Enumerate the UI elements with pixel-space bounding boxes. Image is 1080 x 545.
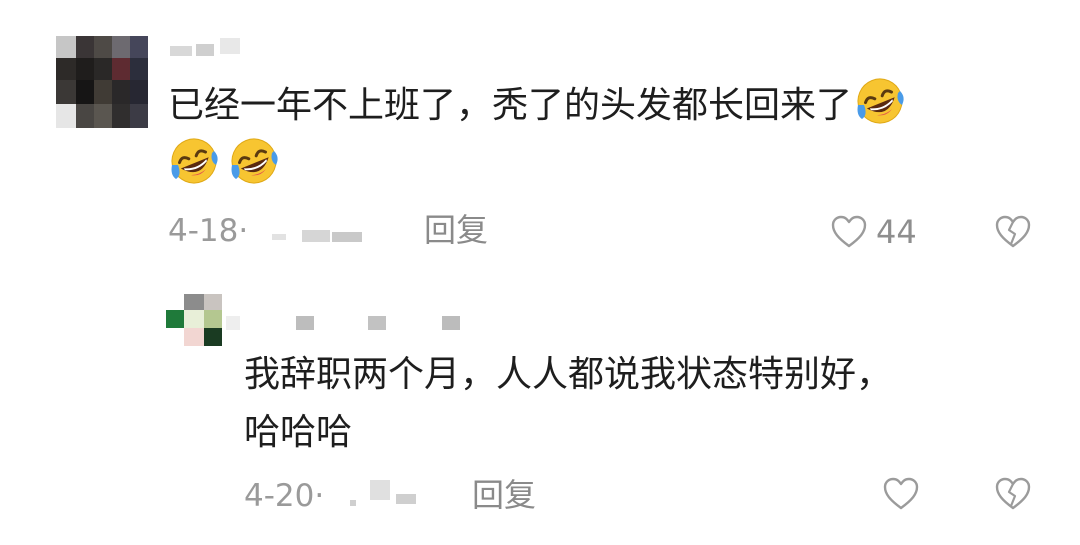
- reply-button[interactable]: 回复: [424, 208, 488, 252]
- dislike-button[interactable]: [994, 214, 1032, 250]
- heart-outline-icon: [883, 477, 919, 510]
- dislike-button[interactable]: [994, 476, 1032, 512]
- username-blurred[interactable]: [170, 38, 240, 56]
- like-button[interactable]: [882, 475, 920, 513]
- like-count: 44: [876, 213, 917, 251]
- rolling-on-floor-laughing-emoji: [854, 75, 906, 127]
- heart-outline-icon: [831, 215, 867, 248]
- reply-text: 我辞职两个月，人人都说我状态特别好， 哈哈哈: [244, 346, 1044, 462]
- meta-separator: ·: [314, 478, 325, 514]
- avatar[interactable]: [166, 294, 222, 346]
- reply-meta: 4-20·: [244, 475, 324, 517]
- meta-separator: ·: [238, 213, 249, 249]
- avatar[interactable]: [56, 36, 148, 128]
- reply-text-line: 哈哈哈: [244, 412, 353, 453]
- location-blurred: [262, 224, 372, 244]
- username-blurred[interactable]: [226, 314, 466, 332]
- reply-button[interactable]: 回复: [472, 473, 536, 517]
- rolling-on-floor-laughing-emoji: [168, 135, 220, 187]
- broken-heart-outline-icon: [995, 477, 1031, 510]
- rolling-on-floor-laughing-emoji: [228, 135, 280, 187]
- like-button[interactable]: 44: [830, 212, 922, 252]
- comment-meta: 4-18·: [168, 210, 248, 252]
- location-blurred: [340, 480, 430, 508]
- comment-text-line: 已经一年不上班了，秃了的头发都长回来了: [168, 85, 853, 126]
- broken-heart-outline-icon: [995, 215, 1031, 248]
- comment-date: 4-18: [168, 213, 239, 249]
- reply-date: 4-20: [244, 478, 315, 514]
- reply-text-line: 我辞职两个月，人人都说我状态特别好，: [244, 354, 893, 395]
- comment-text: 已经一年不上班了，秃了的头发都长回来了: [168, 75, 1048, 195]
